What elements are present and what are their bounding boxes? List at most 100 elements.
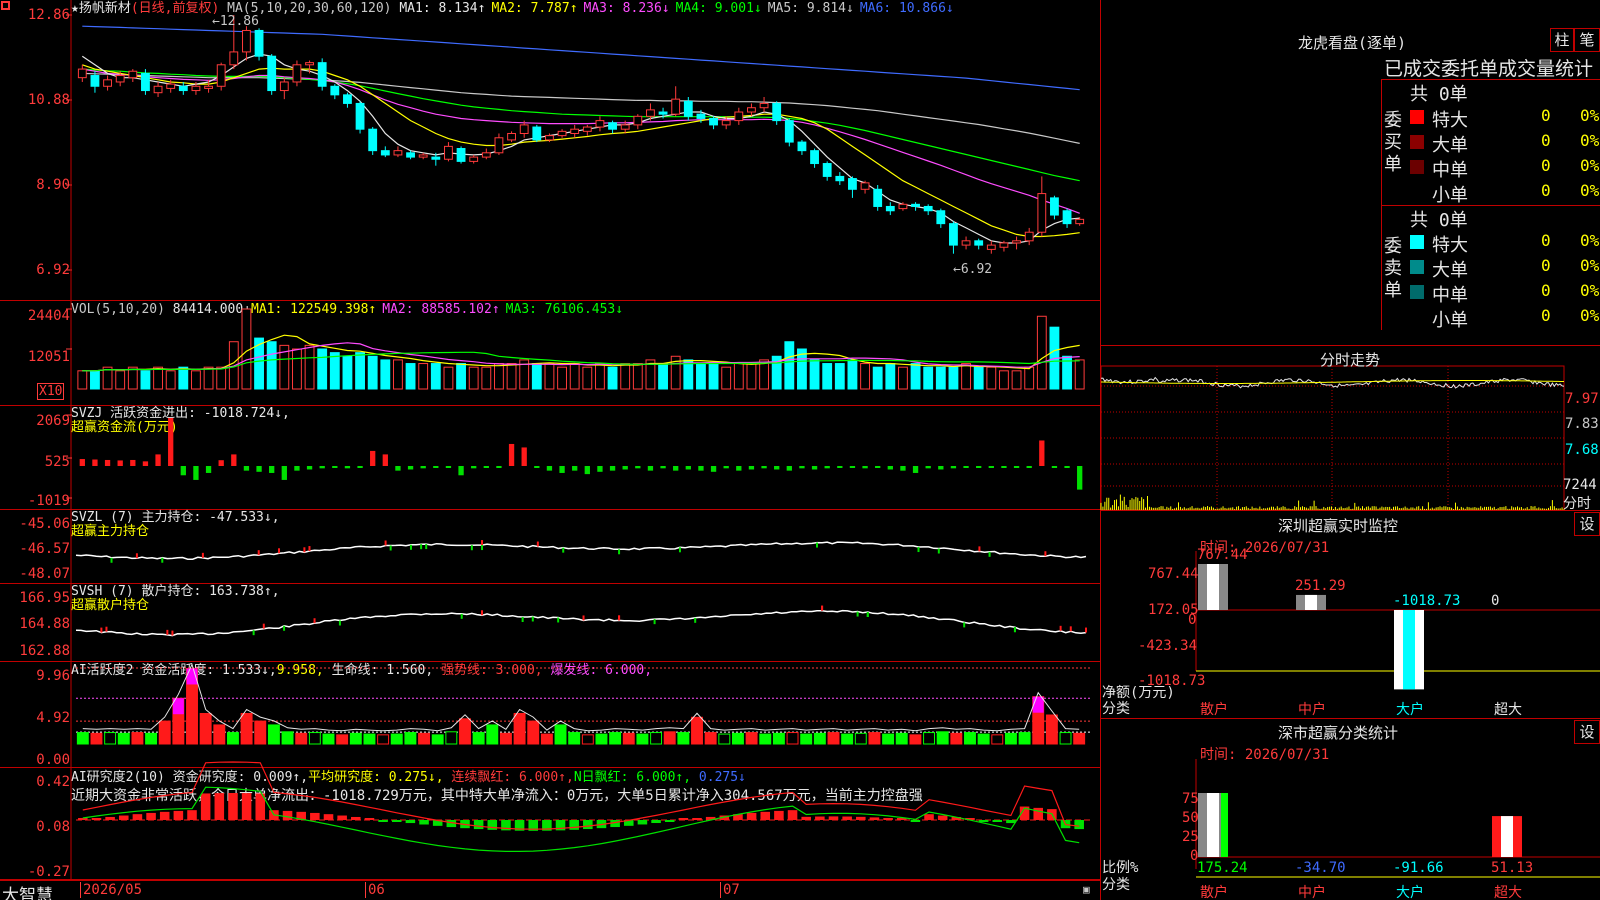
candle: [759, 102, 769, 109]
classify-bar-accent: [1221, 793, 1228, 857]
classify-category: 散户: [1200, 885, 1228, 900]
order-swatch: [1410, 310, 1424, 324]
ai-research-bar: [637, 820, 648, 825]
fund-flow-bar: [319, 466, 325, 469]
vol-bar: [405, 363, 416, 390]
main-position-chart[interactable]: [0, 510, 1100, 590]
ai-active-bar: [964, 732, 976, 745]
vol-bar: [418, 363, 429, 390]
brand-logo[interactable]: 大智慧: [2, 881, 53, 900]
fund-flow-bar: [420, 466, 426, 469]
classify-axis-label: 分类: [1102, 877, 1130, 893]
monitor-bar-highlight: [1207, 564, 1219, 610]
ai-research-bar: [405, 820, 416, 824]
monitor-y-label: 0: [1188, 612, 1197, 628]
ai-active-bar: [868, 732, 881, 745]
bar-mode-button[interactable]: 柱: [1550, 28, 1574, 52]
ai-active-bar: [977, 733, 990, 745]
vol-bar: [456, 363, 466, 390]
svzl-pane[interactable]: SVZL (7) 主力持仓: -47.533↓, 超赢主力持仓: [0, 510, 1100, 590]
intraday-chart[interactable]: [1100, 346, 1600, 511]
ai-research-bar: [391, 820, 402, 822]
order-type: 大单: [1432, 260, 1468, 281]
candle: [747, 107, 756, 113]
high-mark-value: 12.86: [219, 14, 259, 29]
kline-pane[interactable]: ★扬帆新材(日线,前复权) MA(5,10,20,30,60,120) MA1:…: [0, 0, 1100, 301]
vol-bar: [733, 363, 744, 390]
ai-research-bar: [910, 820, 921, 822]
ai-active-bar: [936, 731, 949, 745]
fund-flow-bar: [294, 466, 300, 471]
classify-settings-button[interactable]: 设: [1574, 720, 1600, 744]
low-mark-value: 6.92: [960, 262, 993, 277]
ai-research-bar: [883, 818, 893, 820]
ai-research-chart[interactable]: [0, 761, 1100, 880]
retail-position-chart[interactable]: [0, 584, 1100, 664]
volume-chart[interactable]: [0, 301, 1100, 406]
fund-flow-chart[interactable]: [0, 406, 1100, 510]
fund-flow-bar: [256, 466, 262, 472]
classify-title: 深市超赢分类统计: [1278, 724, 1399, 742]
ai-research-pane[interactable]: AI研究度2(10) 资金研究度: 0.009↑,平均研究度: 0.275↓, …: [0, 761, 1100, 880]
svzj-pane[interactable]: SVZJ 活跃资金进出: -1018.724↓, 超赢资金流(万元): [0, 406, 1100, 510]
fund-flow-bar: [1001, 466, 1007, 468]
candle: [343, 94, 352, 104]
fund-flow-bar: [761, 466, 767, 469]
fund-flow-bar: [1077, 466, 1083, 490]
intraday-vol-label: 7244: [1563, 477, 1597, 493]
ai-active-bar: [158, 720, 171, 745]
ai-active-bar: [145, 732, 158, 745]
monitor-settings-button[interactable]: 设: [1574, 512, 1600, 536]
candle: [229, 51, 239, 66]
vol-bar: [721, 366, 732, 390]
vol-bar: [557, 366, 567, 390]
vol-y-label: 24404: [27, 308, 70, 324]
ai-active-bar: [363, 733, 376, 745]
ai-active-bar: [431, 734, 444, 745]
ai-active-bar: [568, 732, 581, 745]
classify-value-label: -34.70: [1295, 860, 1346, 876]
candle: [305, 62, 314, 66]
vol-bar: [1011, 370, 1022, 390]
vol-bar: [595, 363, 605, 390]
candle: [456, 148, 466, 162]
vol-bar: [620, 363, 631, 390]
candle: [633, 115, 643, 126]
order-percent: 0%: [1580, 281, 1600, 300]
x-axis: 大智慧 2026/05 06 07 ▣: [0, 880, 1100, 900]
fund-flow-bar: [471, 466, 477, 469]
lhb-header: 已成交委托单成交量统计: [1384, 58, 1594, 80]
order-row: 大单 0 0%: [1408, 255, 1600, 281]
ai-research-bar: [924, 814, 934, 820]
fund-flow-bar: [142, 461, 149, 466]
vol-bar: [329, 352, 340, 390]
tick-mode-button[interactable]: 笔: [1574, 28, 1600, 52]
vol-bar: [140, 370, 151, 390]
vol-bar: [910, 363, 921, 390]
order-type: 中单: [1432, 160, 1468, 181]
fund-flow-bar: [559, 466, 565, 473]
ai-active-bar: [459, 718, 471, 745]
lock-icon[interactable]: ▣: [1083, 883, 1090, 896]
ai-research-bar: [842, 816, 852, 820]
ai-active-y-label: 4.92: [36, 710, 70, 726]
candle: [90, 75, 100, 87]
fund-flow-bar: [534, 466, 540, 468]
ai-active-pane[interactable]: AI活跃度2 资金活跃度: 1.533↓,9.958, 生命线: 1.560, …: [0, 662, 1100, 768]
ai-active-bar: [390, 733, 403, 745]
fund-flow-bar: [382, 454, 388, 466]
candle: [494, 137, 504, 154]
vol-pane[interactable]: VOL(5,10,20) 84414.000↓MA1: 122549.398↑ M…: [0, 301, 1100, 406]
candle: [115, 75, 125, 83]
ai-research-bar: [692, 818, 702, 820]
kline-chart[interactable]: [0, 0, 1100, 301]
ai-active-bar: [759, 733, 772, 745]
ai-active-bar: [650, 732, 663, 745]
candle: [191, 85, 201, 92]
svsh-pane[interactable]: SVSH (7) 散户持仓: 163.738↑, 超赢散户持仓: [0, 584, 1100, 664]
low-mark: ←6.92: [953, 262, 993, 277]
fund-flow-bar: [370, 450, 376, 466]
ai-active-chart[interactable]: [0, 662, 1100, 768]
candle: [936, 210, 946, 225]
ai-research-bar: [214, 793, 225, 820]
